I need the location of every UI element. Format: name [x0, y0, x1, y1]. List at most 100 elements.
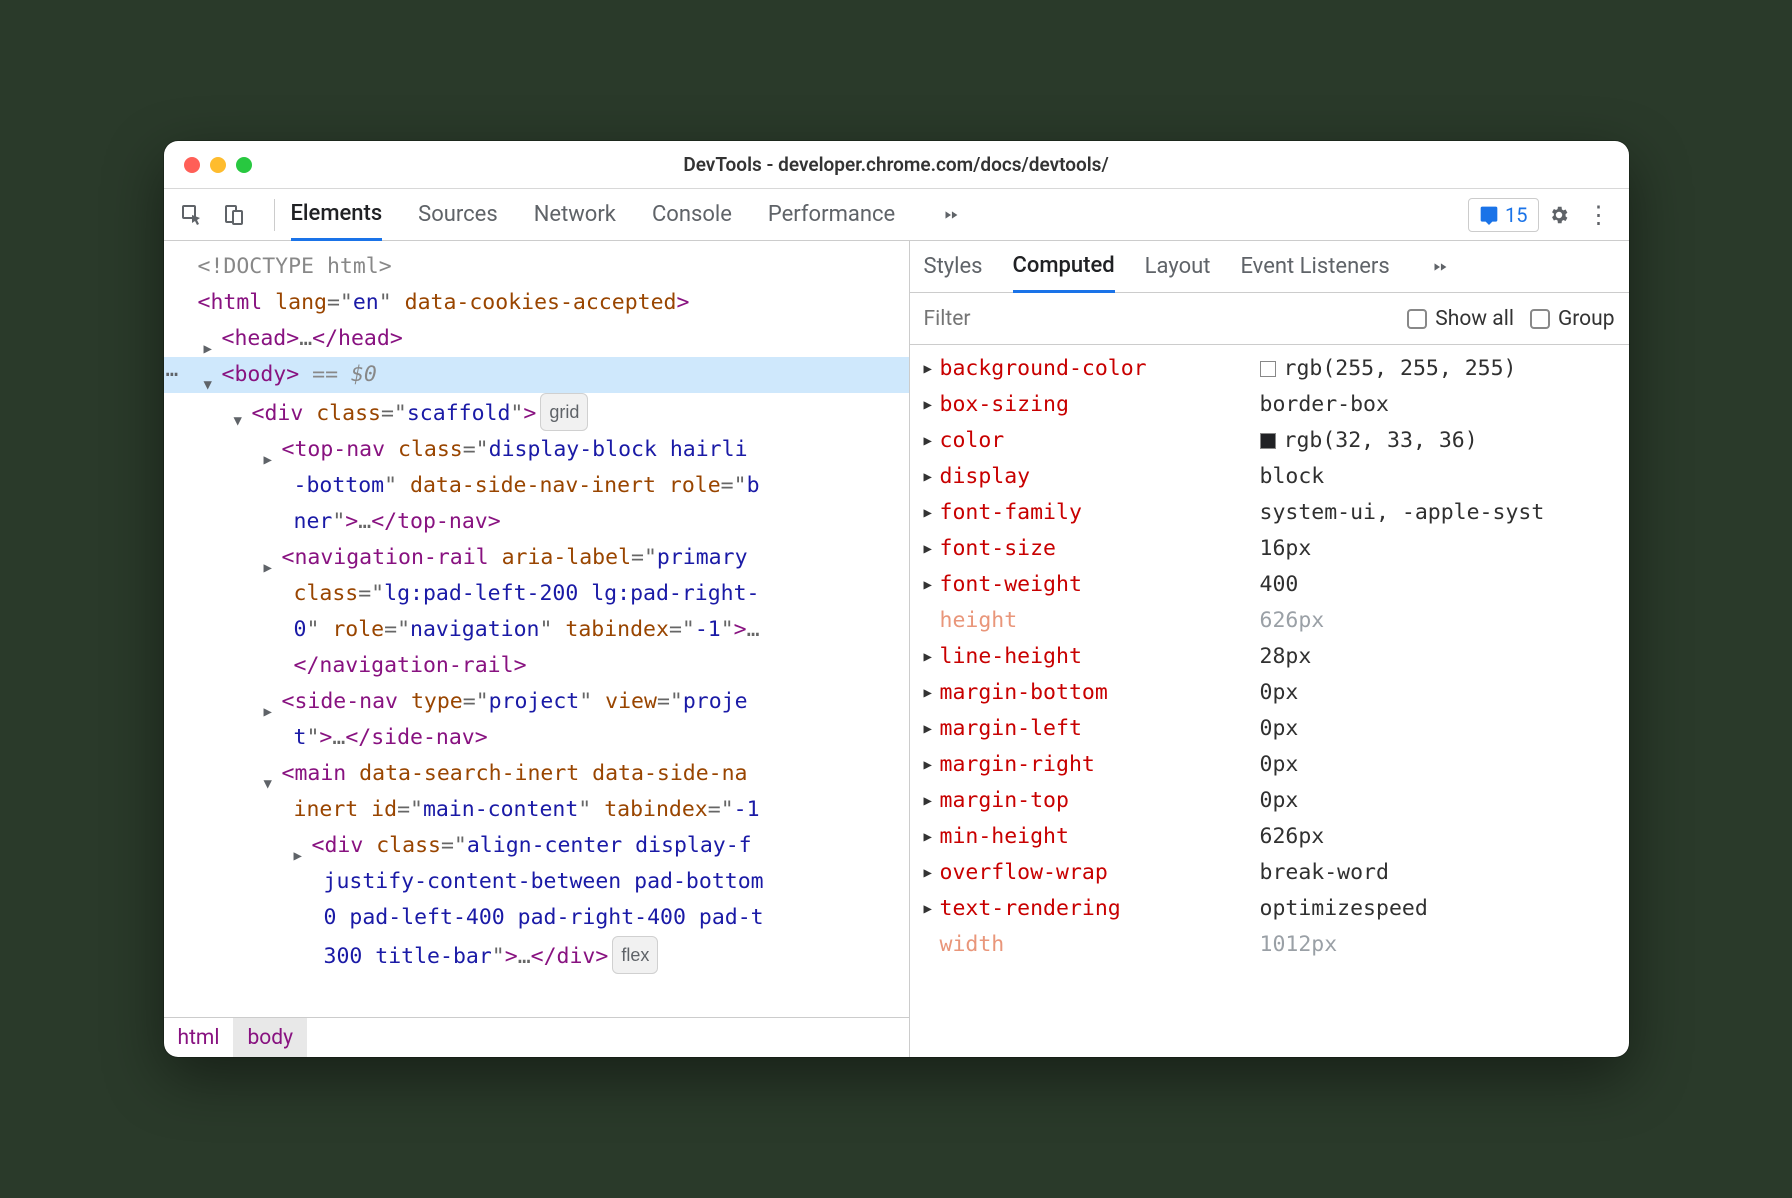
dom-node-selected[interactable]: ⋯▼<body> == $0: [164, 357, 909, 393]
property-row[interactable]: ▶displayblock: [910, 459, 1629, 495]
property-value: 28px: [1260, 639, 1312, 675]
show-all-checkbox[interactable]: Show all: [1407, 307, 1514, 331]
property-value: break-word: [1260, 855, 1389, 891]
minimize-icon[interactable]: [210, 157, 226, 173]
tab-performance[interactable]: Performance: [768, 189, 895, 240]
device-toggle-icon[interactable]: [216, 197, 252, 233]
property-name: width: [940, 927, 1260, 963]
flex-badge[interactable]: flex: [612, 936, 658, 974]
property-value: 0px: [1260, 675, 1299, 711]
titlebar: DevTools - developer.chrome.com/docs/dev…: [164, 141, 1629, 189]
dom-node[interactable]: ▶<div class="align-center display-f: [164, 828, 909, 864]
property-row[interactable]: ▶text-renderingoptimizespeed: [910, 891, 1629, 927]
dom-node[interactable]: t">…</side-nav>: [164, 720, 909, 756]
property-value: rgb(255, 255, 255): [1260, 351, 1517, 387]
tab-layout[interactable]: Layout: [1145, 241, 1211, 292]
dom-node[interactable]: ner">…</top-nav>: [164, 504, 909, 540]
property-row[interactable]: ▶background-colorrgb(255, 255, 255): [910, 351, 1629, 387]
main-toolbar: Elements Sources Network Console Perform…: [164, 189, 1629, 241]
separator: [274, 199, 275, 231]
filter-input[interactable]: [924, 307, 1392, 331]
more-tabs-icon[interactable]: [1420, 247, 1460, 287]
property-value: block: [1260, 459, 1325, 495]
tab-console[interactable]: Console: [652, 189, 732, 240]
property-name: background-color: [940, 351, 1260, 387]
property-value: border-box: [1260, 387, 1389, 423]
property-row[interactable]: ▶margin-right0px: [910, 747, 1629, 783]
dom-node[interactable]: inert id="main-content" tabindex="-1: [164, 792, 909, 828]
crumb-body[interactable]: body: [233, 1018, 307, 1057]
dom-node[interactable]: <!DOCTYPE html>: [164, 249, 909, 285]
issues-count: 15: [1505, 203, 1527, 227]
dom-node[interactable]: </navigation-rail>: [164, 648, 909, 684]
window-title: DevTools - developer.chrome.com/docs/dev…: [164, 153, 1629, 176]
property-name: color: [940, 423, 1260, 459]
dom-node[interactable]: <html lang="en" data-cookies-accepted>: [164, 285, 909, 321]
elements-panel: <!DOCTYPE html> <html lang="en" data-coo…: [164, 241, 910, 1057]
dom-node[interactable]: 0 pad-left-400 pad-right-400 pad-t: [164, 900, 909, 936]
property-row[interactable]: ▶colorrgb(32, 33, 36): [910, 423, 1629, 459]
property-row[interactable]: ▶margin-left0px: [910, 711, 1629, 747]
dom-node[interactable]: ▼<main data-search-inert data-side-na: [164, 756, 909, 792]
property-row[interactable]: ▶overflow-wrapbreak-word: [910, 855, 1629, 891]
settings-icon[interactable]: [1539, 195, 1579, 235]
property-row[interactable]: ▶font-weight400: [910, 567, 1629, 603]
property-name: box-sizing: [940, 387, 1260, 423]
inspect-icon[interactable]: [174, 197, 210, 233]
dom-node[interactable]: 0" role="navigation" tabindex="-1">…: [164, 612, 909, 648]
property-name: overflow-wrap: [940, 855, 1260, 891]
panel-tabs: Elements Sources Network Console Perform…: [291, 189, 972, 240]
dom-node[interactable]: ▼<div class="scaffold">grid: [164, 393, 909, 432]
crumb-html[interactable]: html: [164, 1018, 234, 1057]
dom-node[interactable]: ▶<head>…</head>: [164, 321, 909, 357]
maximize-icon[interactable]: [236, 157, 252, 173]
property-value: 626px: [1260, 819, 1325, 855]
tab-sources[interactable]: Sources: [418, 189, 498, 240]
dom-node[interactable]: justify-content-between pad-bottom: [164, 864, 909, 900]
more-tabs-icon[interactable]: [931, 195, 971, 235]
dom-node[interactable]: -bottom" data-side-nav-inert role="b: [164, 468, 909, 504]
computed-properties: ▶background-colorrgb(255, 255, 255)▶box-…: [910, 345, 1629, 1057]
property-name: margin-top: [940, 783, 1260, 819]
property-row[interactable]: ▶margin-top0px: [910, 783, 1629, 819]
property-value: optimizespeed: [1260, 891, 1428, 927]
property-name: min-height: [940, 819, 1260, 855]
property-row[interactable]: ▶min-height626px: [910, 819, 1629, 855]
dom-node[interactable]: ▶<navigation-rail aria-label="primary: [164, 540, 909, 576]
color-swatch-icon[interactable]: [1260, 361, 1276, 377]
dom-node[interactable]: class="lg:pad-left-200 lg:pad-right-: [164, 576, 909, 612]
dom-tree[interactable]: <!DOCTYPE html> <html lang="en" data-coo…: [164, 241, 909, 1017]
dom-node[interactable]: 300 title-bar">…</div>flex: [164, 936, 909, 975]
tab-event-listeners[interactable]: Event Listeners: [1240, 241, 1389, 292]
property-name: margin-bottom: [940, 675, 1260, 711]
property-value: rgb(32, 33, 36): [1260, 423, 1478, 459]
property-row[interactable]: ▶margin-bottom0px: [910, 675, 1629, 711]
tab-styles[interactable]: Styles: [924, 241, 983, 292]
property-name: text-rendering: [940, 891, 1260, 927]
property-row[interactable]: height626px: [910, 603, 1629, 639]
color-swatch-icon[interactable]: [1260, 433, 1276, 449]
property-row[interactable]: ▶font-familysystem-ui, -apple-syst: [910, 495, 1629, 531]
property-row[interactable]: width1012px: [910, 927, 1629, 963]
property-row[interactable]: ▶font-size16px: [910, 531, 1629, 567]
property-row[interactable]: ▶box-sizingborder-box: [910, 387, 1629, 423]
property-value: system-ui, -apple-syst: [1260, 495, 1545, 531]
group-checkbox[interactable]: Group: [1530, 307, 1615, 331]
tab-network[interactable]: Network: [534, 189, 616, 240]
more-menu-icon[interactable]: ⋮: [1579, 195, 1619, 235]
property-row[interactable]: ▶line-height28px: [910, 639, 1629, 675]
issues-badge[interactable]: 15: [1468, 198, 1538, 232]
property-value: 0px: [1260, 783, 1299, 819]
property-value: 1012px: [1260, 927, 1338, 963]
tab-elements[interactable]: Elements: [291, 190, 383, 241]
property-name: font-size: [940, 531, 1260, 567]
dom-node[interactable]: ▶<side-nav type="project" view="proje: [164, 684, 909, 720]
traffic-lights: [164, 157, 252, 173]
tab-computed[interactable]: Computed: [1013, 242, 1115, 293]
property-value: 0px: [1260, 711, 1299, 747]
close-icon[interactable]: [184, 157, 200, 173]
property-value: 0px: [1260, 747, 1299, 783]
dom-node[interactable]: ▶<top-nav class="display-block hairli: [164, 432, 909, 468]
devtools-window: DevTools - developer.chrome.com/docs/dev…: [164, 141, 1629, 1057]
grid-badge[interactable]: grid: [540, 393, 588, 431]
